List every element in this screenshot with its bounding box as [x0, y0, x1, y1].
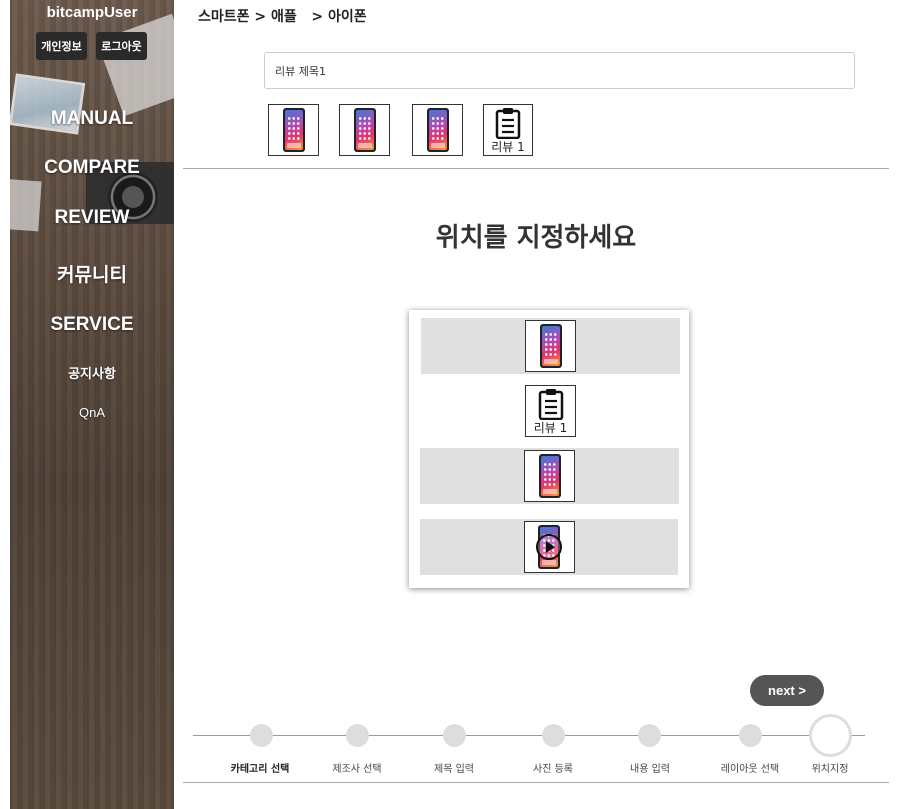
layout-slot[interactable]	[420, 448, 679, 504]
user-name: bitcampUser	[46, 4, 138, 21]
thumbnail-phone-image[interactable]	[412, 104, 463, 156]
slot-text-review[interactable]: 리뷰 1	[525, 385, 576, 437]
review-title-input[interactable]	[264, 52, 855, 89]
layout-preview: 리뷰 1	[409, 310, 689, 588]
layout-slot[interactable]: 리뷰 1	[421, 383, 680, 439]
profile-button[interactable]: 개인정보	[36, 32, 87, 60]
logout-button[interactable]: 로그아웃	[96, 32, 147, 60]
sidebar: bitcampUser 개인정보 로그아웃 MANUAL COMPARE REV…	[10, 0, 174, 809]
step-label: 카테고리 선택	[230, 764, 290, 775]
phone-image-icon	[353, 108, 376, 152]
step-dot	[250, 724, 273, 747]
phone-image-icon	[538, 454, 561, 498]
layout-slot[interactable]	[420, 519, 678, 575]
thumbnail-phone-image[interactable]	[268, 104, 319, 156]
step-dot	[542, 724, 565, 747]
slot-phone-video[interactable]	[523, 521, 575, 573]
phone-image-icon	[426, 108, 449, 152]
step-dot-current	[809, 714, 852, 757]
step-dot	[443, 724, 466, 747]
play-icon	[536, 534, 562, 560]
thumbnail-phone-image[interactable]	[339, 104, 390, 156]
slot-phone-image[interactable]	[525, 320, 576, 372]
section-divider	[183, 168, 889, 169]
step-label: 위치지정	[811, 764, 849, 775]
next-button[interactable]: next >	[750, 675, 824, 706]
step-dot	[638, 724, 661, 747]
slot-label: 리뷰 1	[533, 421, 568, 435]
step-label: 사진 등록	[533, 764, 573, 775]
nav-notice[interactable]: 공지사항	[10, 363, 174, 382]
nav-manual[interactable]: MANUAL	[10, 108, 174, 130]
step-label: 제조사 선택	[332, 764, 382, 775]
step-dot	[346, 724, 369, 747]
nav-community[interactable]: 커뮤니티	[10, 260, 174, 287]
nav-service[interactable]: SERVICE	[10, 314, 174, 336]
nav-review[interactable]: REVIEW	[10, 207, 174, 229]
step-dot	[739, 724, 762, 747]
page-heading: 위치를 지정하세요	[435, 223, 637, 253]
clipboard-icon	[538, 389, 563, 420]
layout-slot[interactable]	[421, 318, 680, 374]
phone-image-icon	[282, 108, 305, 152]
thumbnail-text-review[interactable]: 리뷰 1	[483, 104, 533, 156]
slot-phone-image[interactable]	[524, 450, 575, 502]
breadcrumb: 스마트폰 > 애플 > 아이폰	[198, 9, 367, 25]
nav-compare[interactable]: COMPARE	[10, 157, 174, 179]
nav-qna[interactable]: QnA	[10, 405, 174, 420]
thumbnail-label: 리뷰 1	[491, 140, 525, 154]
step-label: 제목 입력	[434, 764, 474, 775]
clipboard-icon	[495, 108, 521, 139]
phone-image-icon	[539, 324, 562, 368]
steps-line	[193, 735, 865, 736]
footer-divider	[183, 782, 889, 783]
step-label: 내용 입력	[630, 764, 670, 775]
